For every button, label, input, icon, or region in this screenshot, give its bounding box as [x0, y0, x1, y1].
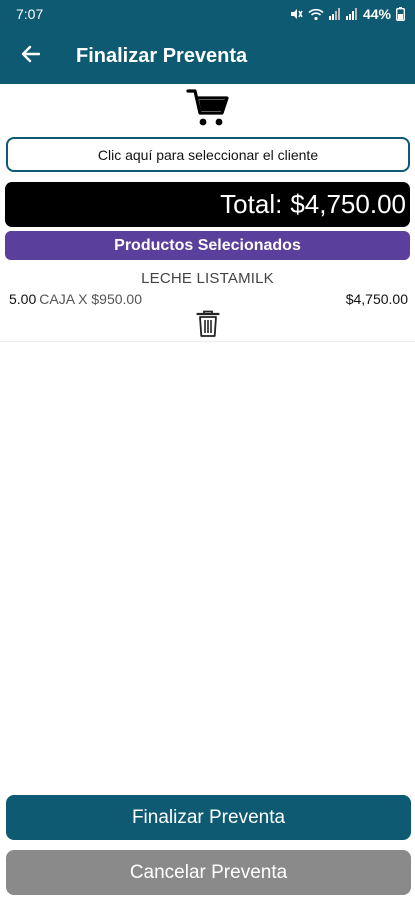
finalize-presale-button[interactable]: Finalizar Preventa [6, 795, 411, 840]
products-header-label: Productos Selecionados [114, 236, 301, 254]
page-title: Finalizar Preventa [76, 44, 248, 67]
signal-icon [345, 8, 358, 20]
total-value: $4,750.00 [290, 189, 406, 219]
product-quantity-line: 5.00 CAJA X $950.00 [9, 291, 142, 307]
product-name: LECHE LISTAMILK [141, 270, 274, 287]
delete-product-button[interactable] [196, 310, 220, 338]
app-bar: Finalizar Preventa [0, 28, 415, 84]
status-time: 7:07 [16, 6, 44, 22]
trash-icon [196, 310, 220, 342]
select-client-label: Clic aquí para seleccionar el cliente [97, 146, 319, 163]
list-item: LECHE LISTAMILK 5.00 CAJA X $950.00 $4,75… [0, 266, 415, 342]
select-client-button[interactable]: Clic aquí para seleccionar el cliente [6, 137, 410, 172]
wifi-icon [308, 8, 324, 21]
shopping-cart-icon [185, 88, 230, 133]
arrow-left-icon [20, 45, 41, 68]
signal-icon [328, 8, 341, 20]
cancel-presale-button[interactable]: Cancelar Preventa [6, 850, 411, 895]
product-unit-price: CAJA X $950.00 [39, 291, 142, 307]
cart-icon-container [0, 88, 415, 133]
finalize-presale-label: Finalizar Preventa [131, 806, 286, 828]
status-bar: 7:07 44% [0, 0, 415, 28]
products-header: Productos Selecionados [5, 231, 410, 260]
product-subtotal: $4,750.00 [345, 291, 408, 307]
status-icons: 44% [289, 6, 405, 22]
battery-level: 44% [362, 6, 391, 22]
total-bar: Total: $4,750.00 [5, 182, 410, 227]
mute-icon [289, 7, 303, 21]
back-button[interactable] [0, 28, 56, 84]
product-quantity: 5.00 [9, 291, 37, 307]
battery-icon [396, 7, 405, 21]
total-label: Total: [220, 189, 283, 219]
cancel-presale-label: Cancelar Preventa [129, 861, 288, 883]
